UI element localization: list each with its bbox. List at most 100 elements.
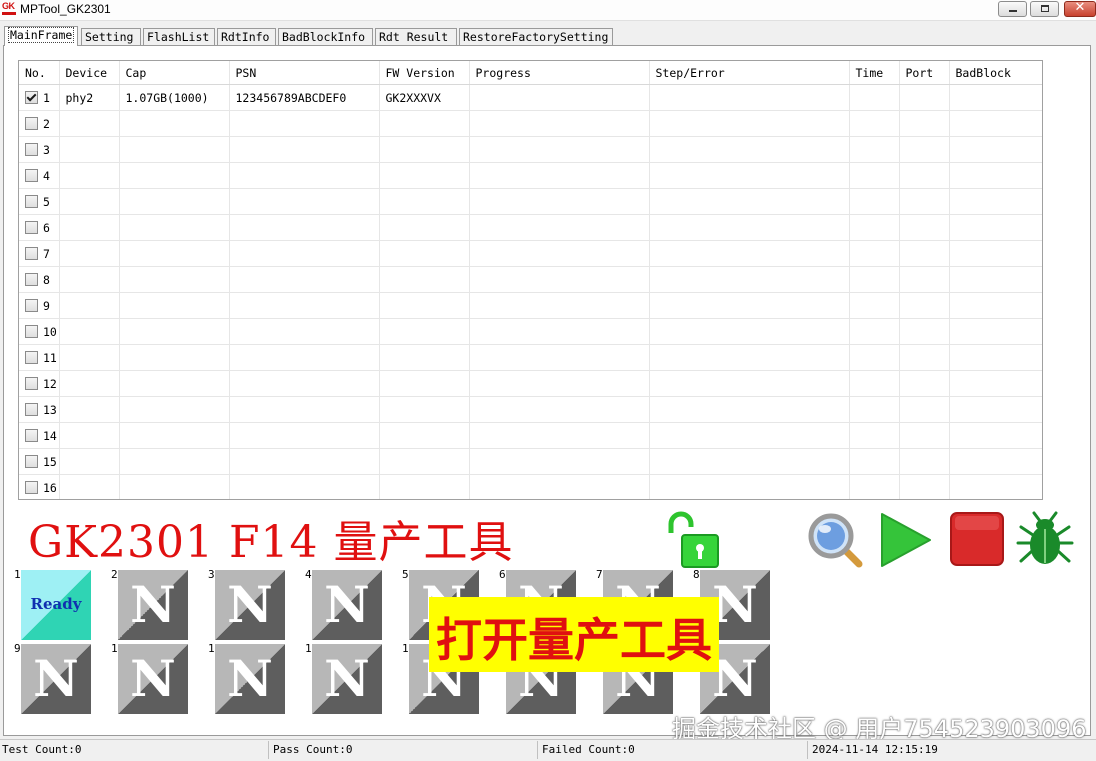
col-header-cap[interactable]: Cap (119, 61, 230, 85)
port-tile[interactable]: N (118, 570, 188, 640)
table-row[interactable]: 10 (19, 318, 1042, 345)
port-tile[interactable]: N (215, 570, 285, 640)
row-checkbox[interactable] (25, 402, 38, 416)
row-checkbox[interactable] (25, 298, 38, 312)
table-row[interactable]: 12 (19, 370, 1042, 397)
col-header-step-error[interactable]: Step/Error (649, 61, 850, 85)
table-row[interactable]: 7 (19, 240, 1042, 267)
unlock-icon[interactable] (666, 511, 720, 569)
row-checkbox[interactable] (25, 168, 38, 182)
tab-mainframe[interactable]: MainFrame (4, 26, 78, 46)
row-checkbox[interactable] (25, 324, 38, 338)
col-header-no[interactable]: No. (19, 61, 60, 85)
table-row[interactable]: 2 (19, 110, 1042, 137)
cell-psn (229, 396, 380, 423)
play-icon[interactable] (876, 511, 934, 569)
row-checkbox[interactable] (25, 220, 38, 234)
col-header-fw-version[interactable]: FW Version (379, 61, 470, 85)
port-tile[interactable]: Ready (21, 570, 91, 640)
table-row[interactable]: 15 (19, 448, 1042, 475)
stop-icon[interactable] (947, 511, 1005, 569)
cell-progress (469, 136, 650, 163)
cell-step-error (649, 136, 850, 163)
cell-progress (469, 292, 650, 319)
cell-port (899, 188, 950, 215)
port-status-label: N (130, 575, 176, 634)
cell-fw-version (379, 136, 470, 163)
cell-psn: 123456789ABCDEF0 (229, 84, 380, 111)
table-row[interactable]: 1 phy2 1.07GB(1000) 123456789ABCDEF0 GK2XXXV… (19, 84, 1042, 111)
port-tile[interactable]: N (312, 570, 382, 640)
minimize-button[interactable] (998, 1, 1027, 17)
port-status-label: N (324, 575, 370, 634)
tab-flashlist[interactable]: FlashList (143, 28, 215, 45)
tab-restore-factory-setting[interactable]: RestoreFactorySetting (459, 28, 613, 45)
cell-badblock (949, 292, 1042, 319)
cell-device (59, 344, 120, 371)
row-checkbox[interactable] (25, 350, 38, 364)
port-number: 9 (14, 642, 21, 655)
table-row[interactable]: 4 (19, 162, 1042, 189)
row-checkbox[interactable] (25, 480, 38, 494)
table-row[interactable]: 11 (19, 344, 1042, 371)
row-number: 7 (43, 246, 50, 261)
cell-time (849, 370, 900, 397)
row-checkbox[interactable] (25, 454, 38, 468)
cell-device (59, 214, 120, 241)
row-checkbox[interactable] (25, 272, 38, 286)
cell-progress (469, 448, 650, 475)
cell-time (849, 84, 900, 111)
table-row[interactable]: 3 (19, 136, 1042, 163)
tab-rdt-result[interactable]: Rdt Result (375, 28, 457, 45)
row-checkbox[interactable] (25, 116, 38, 130)
table-row[interactable]: 14 (19, 422, 1042, 449)
port-tile[interactable]: N (312, 644, 382, 714)
col-header-device[interactable]: Device (59, 61, 120, 85)
cell-time (849, 162, 900, 189)
port-number: 8 (693, 568, 700, 581)
cell-no: 5 (19, 188, 60, 215)
col-header-port[interactable]: Port (899, 61, 950, 85)
bug-icon[interactable] (1016, 511, 1074, 569)
port-number: 2 (111, 568, 118, 581)
title-bar[interactable]: GK MPTool_GK2301 ✕ (0, 0, 1096, 21)
row-checkbox[interactable] (25, 90, 38, 104)
table-row[interactable]: 13 (19, 396, 1042, 423)
table-row[interactable]: 16 (19, 474, 1042, 499)
col-header-badblock[interactable]: BadBlock (949, 61, 1042, 85)
tab-badblockinfo[interactable]: BadBlockInfo (278, 28, 373, 45)
port-tile[interactable]: N (21, 644, 91, 714)
cell-device (59, 188, 120, 215)
window-title: MPTool_GK2301 (20, 2, 111, 16)
close-button[interactable]: ✕ (1064, 0, 1096, 17)
cell-badblock (949, 318, 1042, 345)
col-header-time[interactable]: Time (849, 61, 900, 85)
table-row[interactable]: 6 (19, 214, 1042, 241)
cell-port (899, 474, 950, 499)
port-status-label: N (227, 575, 273, 634)
table-row[interactable]: 5 (19, 188, 1042, 215)
col-header-progress[interactable]: Progress (469, 61, 650, 85)
cell-cap (119, 396, 230, 423)
row-checkbox[interactable] (25, 246, 38, 260)
row-checkbox[interactable] (25, 194, 38, 208)
table-row[interactable]: 8 (19, 266, 1042, 293)
cell-device (59, 110, 120, 137)
cell-step-error (649, 84, 850, 111)
col-header-psn[interactable]: PSN (229, 61, 380, 85)
row-checkbox[interactable] (25, 428, 38, 442)
device-table[interactable]: No. Device Cap PSN FW Version Progress S… (18, 60, 1043, 500)
search-icon[interactable] (806, 511, 864, 569)
tab-rdtinfo[interactable]: RdtInfo (217, 28, 276, 45)
row-checkbox[interactable] (25, 142, 38, 156)
port-tile[interactable]: N (118, 644, 188, 714)
maximize-button[interactable] (1030, 1, 1059, 17)
port-status-label: N (33, 649, 79, 708)
cell-cap (119, 344, 230, 371)
cell-time (849, 396, 900, 423)
table-row[interactable]: 9 (19, 292, 1042, 319)
cell-fw-version: GK2XXXVX (379, 84, 470, 111)
row-checkbox[interactable] (25, 376, 38, 390)
port-tile[interactable]: N (215, 644, 285, 714)
tab-setting[interactable]: Setting (81, 28, 141, 45)
